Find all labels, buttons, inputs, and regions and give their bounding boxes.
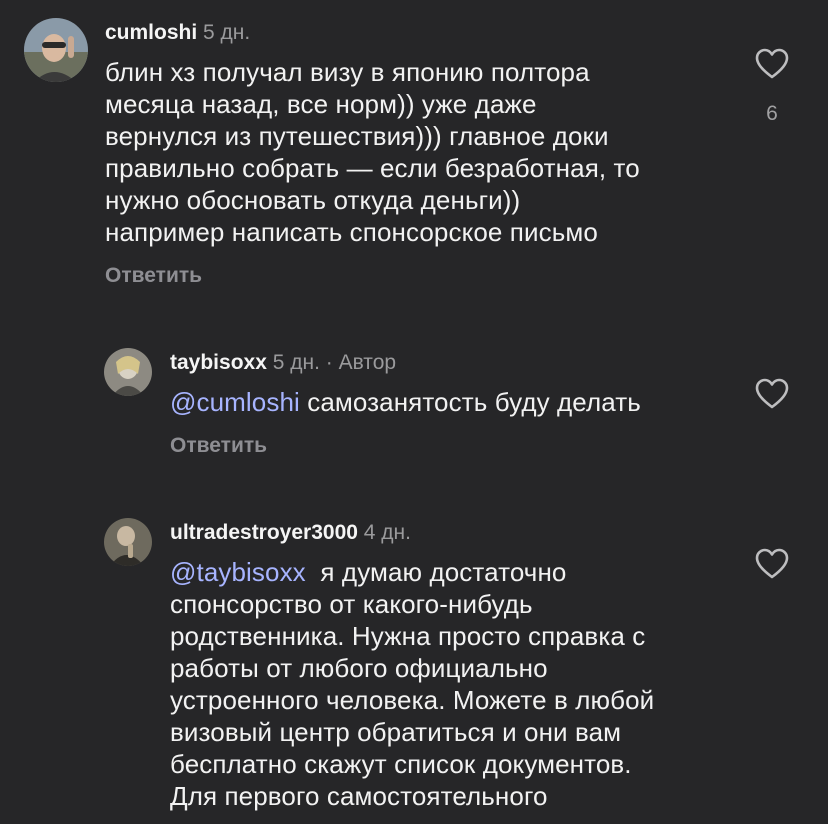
comment-text: @taybisoxx я думаю достаточно спонсорств… (170, 556, 750, 812)
comment-body: я думаю достаточно спонсорство от какого… (170, 557, 655, 811)
username[interactable]: ultradestroyer3000 (170, 521, 358, 544)
avatar[interactable] (104, 518, 152, 566)
timestamp: 4 дн. (363, 521, 411, 544)
comment-header: ultradestroyer3000 4 дн. (170, 520, 411, 546)
comment-ultradestroyer3000: ultradestroyer3000 4 дн. @taybisoxx я ду… (0, 0, 828, 824)
heart-outline-icon[interactable] (755, 548, 789, 580)
mention-link[interactable]: @taybisoxx (170, 557, 306, 587)
